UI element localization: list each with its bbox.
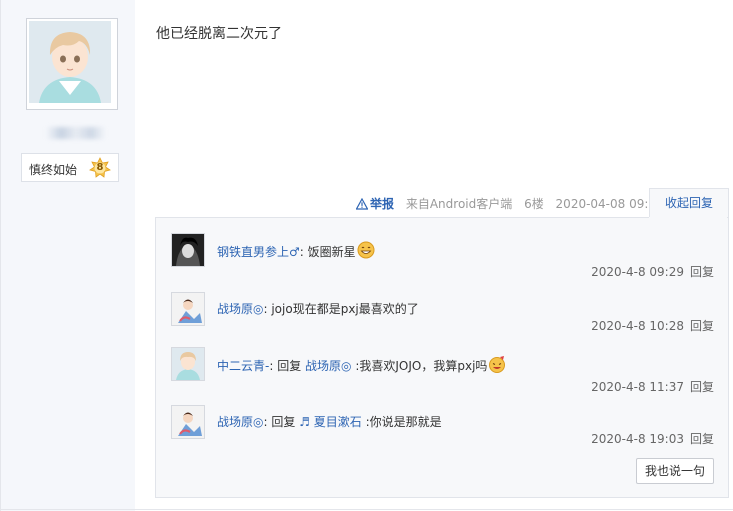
comment-item: 战场原◎: jojo现在都是pxj最喜欢的了 2020-4-8 10:28 回复 <box>171 292 714 336</box>
comment-meta: 2020-4-8 11:37 回复 <box>591 378 714 395</box>
comment-body: jojo现在都是pxj最喜欢的了 <box>271 302 419 316</box>
comment-reply-word: 回复 <box>277 359 302 373</box>
comment-avatar[interactable] <box>171 233 205 267</box>
post-timestamp: 2020-04-08 09:12 <box>555 197 664 211</box>
comment-reply-target[interactable]: ♬ 夏目漱石 <box>299 415 362 429</box>
comment-reply-word: 回复 <box>271 415 296 429</box>
comment-reply-link[interactable]: 回复 <box>690 319 714 333</box>
laugh-emoji-icon <box>489 356 506 373</box>
comment-avatar[interactable] <box>171 405 205 439</box>
comment-username[interactable]: 战场原◎ <box>217 415 263 429</box>
divider <box>0 509 733 510</box>
comment-time: 2020-4-8 19:03 <box>591 432 684 446</box>
comment-reply-link[interactable]: 回复 <box>690 380 714 394</box>
comment-time: 2020-4-8 09:29 <box>591 265 684 279</box>
comment-item: 钢铁直男参上♂: 饭圈新星 2020-4-8 09:29 回复 <box>171 233 714 283</box>
comment-meta: 2020-4-8 19:03 回复 <box>591 430 714 447</box>
post-content: 他已经脱离二次元了 <box>156 26 282 42</box>
comment-username[interactable]: 中二云青- <box>217 359 269 373</box>
blurred-username <box>46 127 106 139</box>
comment-text: 钢铁直男参上♂: 饭圈新星 <box>217 241 375 260</box>
member-badge[interactable]: 慎终如始 8 <box>21 153 119 182</box>
comment-time: 2020-4-8 11:37 <box>591 380 684 394</box>
badge-level-icon: 8 <box>89 157 111 179</box>
comment-body: :你说是那就是 <box>361 415 442 429</box>
add-comment-button[interactable]: 我也说一句 <box>636 458 714 484</box>
warning-icon <box>356 198 368 210</box>
comment-meta: 2020-4-8 09:29 回复 <box>591 263 714 280</box>
post-meta: 举报 来自Android客户端 6楼 2020-04-08 09:12 <box>356 195 672 211</box>
badge-name: 慎终如始 <box>29 163 78 177</box>
report-label: 举报 <box>370 197 395 211</box>
comment-reply-link[interactable]: 回复 <box>690 265 714 279</box>
comment-text: 中二云青-: 回复 战场原◎ :我喜欢JOJO，我算pxj吗 <box>217 355 506 374</box>
comment-item: 战场原◎: 回复 ♬ 夏目漱石 :你说是那就是 2020-4-8 19:03 回复 <box>171 405 714 449</box>
grin-emoji-icon <box>357 241 375 259</box>
comment-text: 战场原◎: jojo现在都是pxj最喜欢的了 <box>217 302 419 316</box>
post-source: 来自Android客户端 <box>405 197 513 211</box>
comment-time: 2020-4-8 10:28 <box>591 319 684 333</box>
comment-username[interactable]: 钢铁直男参上♂ <box>217 245 300 259</box>
comment-meta: 2020-4-8 10:28 回复 <box>591 317 714 334</box>
post-floor: 6楼 <box>524 197 544 211</box>
author-avatar[interactable] <box>26 18 118 110</box>
reply-panel: 钢铁直男参上♂: 饭圈新星 2020-4-8 09:29 回复 战场原◎: joj… <box>155 217 729 498</box>
comment-text: 战场原◎: 回复 ♬ 夏目漱石 :你说是那就是 <box>217 415 442 429</box>
comment-body: 饭圈新星 <box>307 245 356 259</box>
author-sidebar: 慎终如始 8 <box>0 0 135 511</box>
comment-avatar[interactable] <box>171 292 205 326</box>
collapse-replies-button[interactable]: 收起回复 <box>649 188 729 218</box>
report-link[interactable]: 举报 <box>356 195 394 212</box>
badge-level-number: 8 <box>96 162 104 173</box>
comment-username[interactable]: 战场原◎ <box>217 302 263 316</box>
comment-avatar[interactable] <box>171 347 205 381</box>
comment-reply-target[interactable]: 战场原◎ <box>305 359 351 373</box>
comment-item: 中二云青-: 回复 战场原◎ :我喜欢JOJO，我算pxj吗 2020-4-8 … <box>171 347 714 397</box>
comment-reply-link[interactable]: 回复 <box>690 432 714 446</box>
comment-body: :我喜欢JOJO，我算pxj吗 <box>351 359 488 373</box>
